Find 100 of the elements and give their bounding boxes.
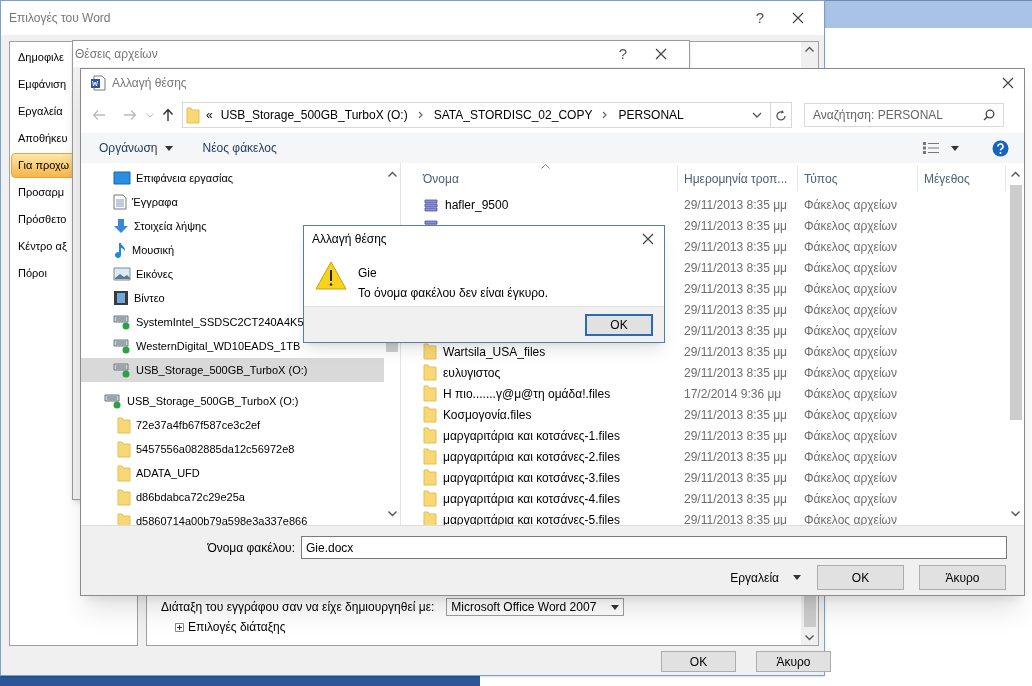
type-cell-text: Φάκελος αρχείων (803, 490, 898, 508)
close-icon[interactable] (655, 48, 667, 60)
column-header[interactable]: Όνομα (401, 166, 678, 191)
folder-icon (423, 343, 437, 360)
chevron-right-icon[interactable] (602, 111, 609, 119)
folder-icon (423, 448, 437, 465)
search-icon[interactable] (983, 109, 995, 121)
caret-icon[interactable] (951, 145, 959, 151)
folder-icon (117, 416, 131, 434)
tree-item[interactable]: USB_Storage_500GB_TurboX (O:) (81, 389, 384, 413)
column-header[interactable]: Τύπος (798, 166, 918, 191)
help-icon[interactable] (992, 139, 1009, 157)
date-cell-text: 29/11/2013 8:35 μμ (683, 238, 789, 256)
tree-item[interactable]: Έγγραφα (81, 190, 384, 214)
type-cell-text: Φάκελος αρχείων (803, 301, 898, 319)
dialog-button[interactable]: OK (817, 565, 904, 590)
setting-label: Διάταξη του εγγράφου σαν να είχε δημιουργηθεί με: (161, 599, 435, 616)
tree-item[interactable]: d86bdabca72c29e25a (81, 485, 384, 509)
drive-icon (104, 393, 122, 409)
date-cell-text: 29/11/2013 8:35 μμ (683, 301, 789, 319)
file-name[interactable]: μαργαριτάρια και κοτσάνες-4.files (443, 489, 620, 508)
address-bar[interactable]: « USB_Storage_500GB_TurboX (O:) SATA_STORDISC_02_COPY PERSONAL (182, 102, 792, 128)
date-cell-text: 29/11/2013 8:35 μμ (683, 448, 789, 466)
file-name[interactable]: μαργαριτάρια και κοτσάνες-1.files (443, 426, 620, 445)
breadcrumb-separator: « (206, 107, 213, 124)
close-icon[interactable] (642, 233, 654, 245)
refresh-icon[interactable] (775, 108, 787, 122)
scroll-up-icon[interactable] (387, 171, 397, 177)
file-name[interactable]: μαργαριτάρια και κοτσάνες-2.files (443, 447, 620, 466)
file-name[interactable]: Κοσμογονία.files (443, 405, 532, 424)
tree-item[interactable]: 5457556a082885da12c56972e8 (81, 437, 384, 461)
type-cell-text: Φάκελος αρχείων (803, 364, 898, 382)
type-cell-text: Φάκελος αρχείων (803, 238, 898, 256)
scroll-down-icon[interactable] (805, 635, 814, 641)
file-name[interactable]: hafler_9500 (445, 195, 509, 214)
scroll-down-icon[interactable] (387, 511, 397, 517)
breadcrumb-item[interactable]: SATA_STORDISC_02_COPY (433, 106, 593, 124)
scroll-down-icon[interactable] (1011, 511, 1020, 517)
folder-icon (423, 469, 437, 486)
dialog-button[interactable]: OK (661, 651, 736, 672)
type-cell-text: Φάκελος αρχείων (803, 385, 898, 403)
search-field[interactable]: Αναζήτηση: PERSONAL (804, 103, 1004, 127)
date-cell-text: 29/11/2013 8:35 μμ (683, 343, 789, 361)
close-icon[interactable] (1002, 77, 1014, 89)
help-button[interactable]: ? (618, 42, 627, 66)
toolbar-button[interactable]: Οργάνωση (99, 139, 173, 157)
tools-button[interactable]: Εργαλεία (730, 568, 801, 587)
up-icon[interactable] (162, 108, 174, 122)
folder-icon (423, 427, 437, 444)
type-cell-text: Φάκελος αρχείων (803, 427, 898, 445)
scroll-up-icon[interactable] (1011, 171, 1020, 177)
folder-icon (423, 406, 437, 423)
folder-icon (186, 106, 200, 124)
file-name[interactable]: Wartsila_USA_files (443, 342, 546, 361)
date-cell-text: 29/11/2013 8:35 μμ (683, 490, 789, 508)
file-name[interactable]: ευλυγιστος (443, 363, 501, 382)
dialog-button[interactable]: Άκυρο (756, 651, 831, 672)
layout-dropdown[interactable]: Microsoft Office Word 2007 (446, 598, 625, 616)
column-header[interactable]: Ημερομηνία τροπ... (678, 166, 798, 191)
pictures-icon (113, 267, 131, 281)
close-icon[interactable] (792, 12, 804, 24)
drive-icon (113, 338, 131, 354)
file-name[interactable]: Η πιο.......γ@μ@τη ομάδα!.files (443, 384, 611, 403)
chevron-right-icon[interactable] (417, 111, 424, 119)
expand-icon[interactable] (175, 622, 184, 632)
date-cell-text: 29/11/2013 8:35 μμ (683, 280, 789, 298)
tree-item[interactable]: USB_Storage_500GB_TurboX (O:) (81, 358, 384, 382)
dialog-button[interactable]: Άκυρο (919, 565, 1006, 590)
help-button[interactable]: ? (747, 6, 772, 30)
dropdown-value: Microsoft Office Word 2007 (450, 599, 598, 616)
toolbar-button[interactable]: Νέος φάκελος (202, 139, 277, 157)
breadcrumb-item[interactable]: PERSONAL (618, 106, 684, 124)
caret-icon[interactable] (611, 604, 620, 610)
drive-icon (113, 362, 131, 378)
tree-item[interactable]: d5860714a00b79a598e3a337e866 (81, 509, 384, 525)
stacked-files-icon (423, 196, 439, 213)
view-list-icon[interactable] (923, 142, 939, 154)
tree-item[interactable]: Επιφάνεια εργασίας (81, 166, 384, 190)
section-label[interactable]: Επιλογές διάταξης (188, 618, 286, 636)
date-cell-text: 29/11/2013 8:35 μμ (683, 196, 789, 214)
tree-item[interactable]: 72e37a4fb67f587ce3c2ef (81, 413, 384, 437)
chevron-down-icon[interactable] (752, 112, 762, 118)
breadcrumb-item[interactable]: USB_Storage_500GB_TurboX (O:) (220, 106, 408, 124)
ok-button[interactable]: OK (585, 313, 653, 336)
folder-icon (423, 385, 437, 402)
type-cell-text: Φάκελος αρχείων (803, 343, 898, 361)
scroll-up-icon[interactable] (805, 46, 814, 52)
file-name[interactable]: μαργαριτάρια και κοτσάνες-3.files (443, 468, 620, 487)
folder-icon (117, 440, 131, 458)
date-cell-text: 29/11/2013 8:35 μμ (683, 322, 789, 340)
folder-icon (117, 488, 131, 506)
column-header[interactable]: Μέγεθος (918, 166, 1006, 191)
scrollbar-thumb[interactable] (1009, 185, 1022, 420)
tree-item[interactable]: ADATA_UFD (81, 461, 384, 485)
desktop-icon (113, 171, 131, 185)
date-cell-text: 29/11/2013 8:35 μμ (683, 511, 789, 525)
alert-message: Το όνομα φακέλου δεν είναι έγκυρο. (358, 285, 549, 302)
tree-item[interactable]: WesternDigital_WD10EADS_1TB (81, 334, 384, 358)
date-cell-text: 29/11/2013 8:35 μμ (683, 427, 789, 445)
filename-field[interactable]: Gie.docx (301, 536, 1007, 559)
